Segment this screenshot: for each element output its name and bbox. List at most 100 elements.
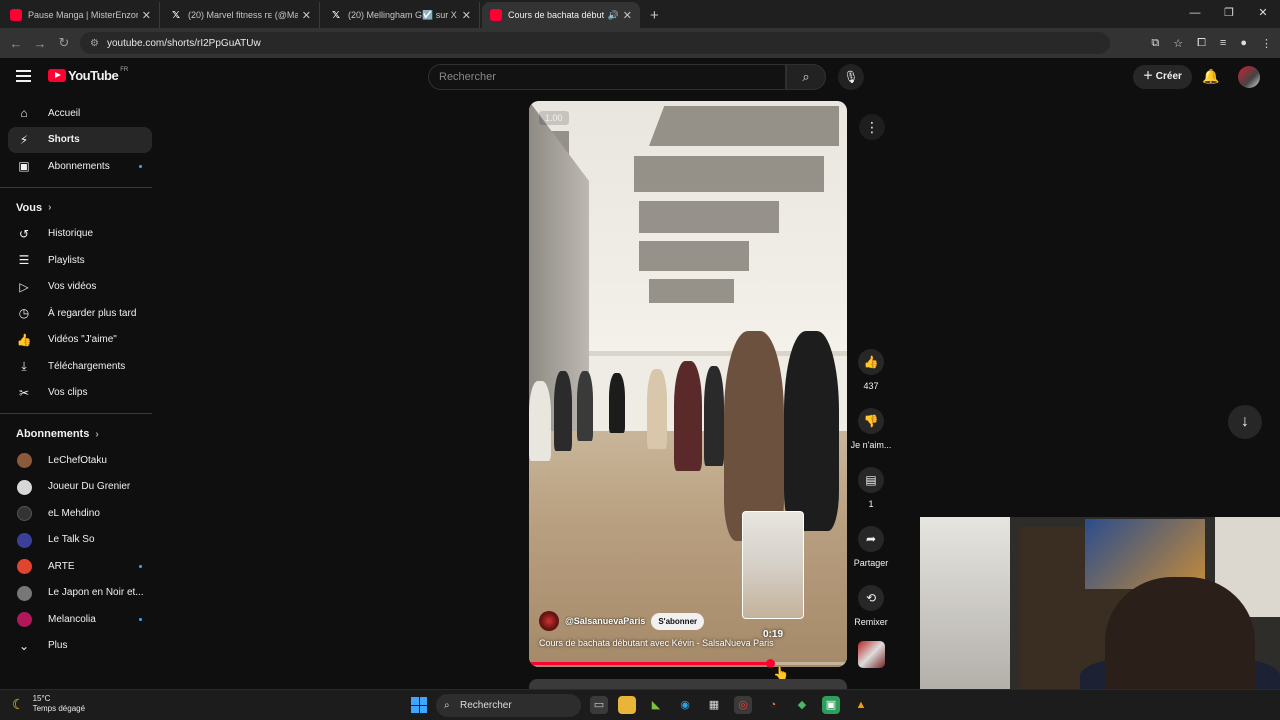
sidebar-channel-item[interactable]: eL Mehdino — [8, 500, 152, 527]
next-short-peek[interactable] — [529, 679, 847, 689]
windows-start-icon[interactable] — [411, 697, 427, 713]
sidebar-item-shorts[interactable]: ⚡ Shorts — [8, 126, 152, 153]
browser-tab[interactable]: 𝕏 (20) Marvel fitness ᴦᴇ (@Marvel ✕ — [162, 2, 320, 28]
notifications-bell-icon[interactable]: 🔔 — [1202, 68, 1219, 85]
browser-tab[interactable]: Pause Manga | MisterEnzor - Yo ✕ — [2, 2, 160, 28]
subscribe-button[interactable]: S'abonner — [651, 612, 705, 630]
sidebar-item-clips[interactable]: ✂ Vos clips — [8, 380, 152, 407]
address-bar[interactable]: ⚙ youtube.com/shorts/rI2PpGuATUw — [80, 32, 1110, 54]
sidebar-channel-item[interactable]: ARTE — [8, 553, 152, 580]
new-tab-icon[interactable]: + — [650, 2, 659, 28]
sidebar-channel-item[interactable]: LeChefOtaku — [8, 447, 152, 474]
sidebar-item-liked-videos[interactable]: 👍 Vidéos "J'aime" — [8, 327, 152, 354]
channel-handle[interactable]: @SalsanuevaParis — [565, 616, 645, 626]
task-view-icon[interactable]: ▭ — [590, 696, 608, 714]
store-icon[interactable]: ▦ — [705, 696, 723, 714]
close-icon[interactable]: ✕ — [462, 9, 471, 22]
thumbs-down-icon[interactable]: 👎 — [858, 408, 884, 434]
next-video-arrow-icon[interactable]: ↓ — [1228, 405, 1262, 439]
sidebar-item-your-videos[interactable]: ▷ Vos vidéos — [8, 274, 152, 301]
close-icon[interactable]: ✕ — [302, 9, 311, 22]
playlists-icon: ☰ — [18, 253, 30, 267]
edge-icon[interactable]: ◉ — [676, 696, 694, 714]
remix-action[interactable]: ⟲ Remixer — [848, 585, 894, 627]
extensions-icon[interactable]: ⧠ — [1197, 37, 1206, 50]
minimize-icon[interactable]: — — [1178, 0, 1212, 28]
sidebar-channel-item[interactable]: Joueur Du Grenier — [8, 474, 152, 501]
channel-name: Joueur Du Grenier — [48, 481, 131, 493]
thumbs-up-icon[interactable]: 👍 — [858, 349, 884, 375]
git-app-icon[interactable]: ◆ — [793, 696, 811, 714]
search-input[interactable]: Rechercher — [428, 64, 786, 90]
subscriptions-section-header[interactable]: Abonnements › — [16, 421, 152, 447]
close-icon[interactable]: ✕ — [623, 9, 632, 22]
media-controls-icon[interactable]: ≡ — [1220, 37, 1226, 49]
remix-icon[interactable]: ⟲ — [858, 585, 884, 611]
forward-icon[interactable]: → — [28, 36, 52, 51]
windows-taskbar: ☾ 15°C Temps dégagé ⌕ Rechercher ▭ ◣ ◉ ▦… — [0, 689, 1280, 720]
sidebar-item-history[interactable]: ↺ Historique — [8, 221, 152, 248]
share-icon[interactable]: ➦ — [858, 526, 884, 552]
dislike-action[interactable]: 👎 Je n'aim... — [848, 408, 894, 450]
back-icon[interactable]: ← — [4, 36, 28, 51]
sidebar-show-more[interactable]: ⌄ Plus — [8, 633, 152, 660]
file-explorer-icon[interactable] — [618, 696, 636, 714]
shorts-video-player[interactable]: 1.00 0:19 @SalsanuevaParis S'abonner Cou… — [529, 101, 847, 667]
channel-avatar — [17, 479, 32, 495]
weather-condition: Temps dégagé — [32, 704, 86, 713]
video-title[interactable]: Cours de bachata débutant avec Kévin - S… — [539, 638, 774, 648]
maximize-icon[interactable]: ❐ — [1212, 0, 1246, 28]
microphone-icon[interactable]: 🎙 — [838, 64, 864, 90]
taskbar-search[interactable]: ⌕ Rechercher — [436, 694, 581, 717]
browser-tab-active[interactable]: Cours de bachata débutant 🔊 ✕ — [482, 2, 640, 28]
sidebar-item-label: Vidéos "J'aime" — [48, 334, 117, 346]
url-text: youtube.com/shorts/rI2PpGuATUw — [106, 37, 261, 49]
browser-tab[interactable]: 𝕏 (20) Mellingham G☑️ sur X : " ✕ — [322, 2, 480, 28]
sidebar-item-playlists[interactable]: ☰ Playlists — [8, 247, 152, 274]
channel-avatar[interactable] — [539, 611, 559, 631]
sidebar-item-watch-later[interactable]: ◷ À regarder plus tard — [8, 300, 152, 327]
sidebar-item-downloads[interactable]: ⤓ Téléchargements — [8, 353, 152, 380]
avatar[interactable] — [1238, 66, 1260, 88]
firefox-icon[interactable]: ◔ — [764, 696, 782, 714]
profile-icon[interactable]: ● — [1240, 37, 1247, 49]
sidebar-item-label: Accueil — [48, 107, 81, 119]
vlc-icon[interactable]: ▲ — [852, 696, 870, 714]
comments-action[interactable]: ▤ 1 — [848, 467, 894, 509]
progress-fill — [529, 662, 771, 665]
close-window-icon[interactable]: ✕ — [1246, 0, 1280, 28]
you-section-header[interactable]: Vous › — [16, 195, 152, 221]
speaker-icon[interactable]: 🔊 — [608, 10, 619, 21]
nvidia-icon[interactable]: ◣ — [647, 696, 665, 714]
dislike-label: Je n'aim... — [850, 440, 892, 450]
channel-name: ARTE — [48, 560, 75, 572]
like-action[interactable]: 👍 437 — [848, 349, 894, 391]
sound-thumbnail[interactable] — [858, 641, 885, 668]
sidebar-item-home[interactable]: ⌂ Accueil — [8, 100, 152, 127]
temperature: 15°C — [32, 694, 51, 703]
sidebar-item-label: Historique — [48, 228, 94, 240]
close-icon[interactable]: ✕ — [142, 9, 151, 22]
site-info-icon[interactable]: ⚙ — [90, 38, 99, 49]
sidebar-channel-item[interactable]: Le Talk So — [8, 527, 152, 554]
share-action[interactable]: ➦ Partager — [848, 526, 894, 568]
menu-kebab-icon[interactable]: ⋮ — [1261, 37, 1272, 50]
youtube-logo[interactable]: YouTube FR — [48, 67, 128, 83]
comment-icon[interactable]: ▤ — [858, 467, 884, 493]
progress-bar[interactable] — [529, 662, 847, 665]
weather-widget[interactable]: ☾ 15°C Temps dégagé — [12, 694, 85, 714]
bookmark-star-icon[interactable]: ☆ — [1173, 37, 1183, 50]
sidebar-item-label: Téléchargements — [48, 360, 126, 372]
sidebar-channel-item[interactable]: Le Japon en Noir et... — [8, 580, 152, 607]
reload-icon[interactable]: ↻ — [52, 35, 76, 51]
sidebar-item-subscriptions[interactable]: ▣ Abonnements — [8, 153, 152, 180]
sidebar-channel-item[interactable]: Melancolia — [8, 606, 152, 633]
chrome-icon[interactable]: ◎ — [734, 696, 752, 714]
green-app-icon[interactable]: ▣ — [822, 696, 840, 714]
more-options-icon[interactable]: ⋮ — [859, 114, 885, 140]
install-icon[interactable]: ⧉ — [1151, 37, 1159, 50]
hamburger-menu-icon[interactable] — [16, 70, 31, 85]
search-icon[interactable]: ⌕ — [786, 64, 826, 90]
create-button[interactable]: ＋ Créer — [1133, 65, 1192, 89]
tab-title: (20) Marvel fitness ᴦᴇ (@Marvel — [188, 10, 298, 20]
